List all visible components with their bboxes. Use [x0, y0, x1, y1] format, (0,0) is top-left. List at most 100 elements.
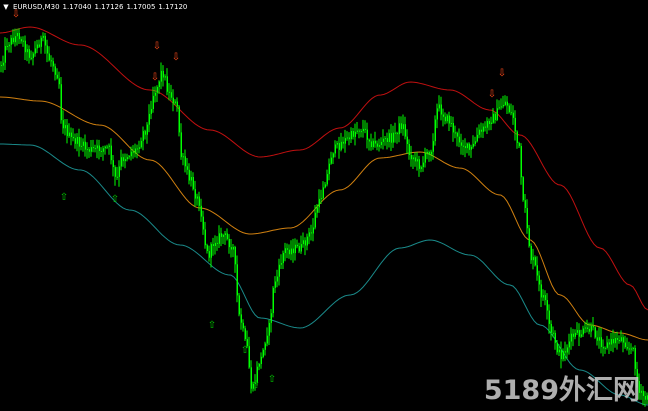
candle-body [556, 342, 558, 353]
candle-body [584, 327, 586, 329]
candle-body [578, 330, 580, 337]
candle-body [600, 337, 602, 347]
candle-body [12, 37, 14, 43]
candle-body [404, 124, 406, 137]
candle-body [52, 61, 54, 67]
candle-body [416, 159, 418, 162]
candle-body [590, 325, 592, 332]
candle-body [296, 244, 298, 247]
candle-body [0, 65, 2, 66]
candle-body [60, 84, 62, 121]
candle-body [418, 159, 420, 169]
candle-body [610, 339, 612, 345]
candle-body [448, 115, 450, 124]
sell-arrow-icon: ⇩ [488, 89, 496, 100]
candle-body [644, 396, 646, 400]
candle-body [430, 151, 432, 155]
candle-body [14, 36, 16, 43]
candle-body [534, 257, 536, 266]
candle-body [204, 229, 206, 246]
candle-body [444, 116, 446, 122]
candle-body [218, 233, 220, 244]
candle-body [592, 325, 594, 328]
candle-body [618, 339, 620, 342]
candle-body [606, 342, 608, 348]
candle-body [558, 349, 560, 353]
candle-body [496, 108, 498, 120]
candle-body [400, 123, 402, 130]
candle-body [520, 146, 522, 178]
candle-body [546, 300, 548, 311]
candle-body [314, 212, 316, 228]
candle-body [62, 120, 64, 129]
candle-body [210, 244, 212, 258]
candle-body [622, 337, 624, 343]
candle-body [602, 347, 604, 349]
candle-body [102, 148, 104, 152]
candle-body [304, 240, 306, 246]
candle-body [334, 144, 336, 154]
candle-body [202, 216, 204, 230]
candle-body [494, 113, 496, 120]
candle-body [588, 328, 590, 332]
candle-body [144, 131, 146, 135]
candle-body [574, 332, 576, 337]
candle-body [30, 57, 32, 59]
candle-body [242, 322, 244, 329]
candle-body [560, 349, 562, 360]
candle-body [360, 131, 362, 133]
candle-body [40, 37, 42, 47]
candle-body [132, 151, 134, 153]
candle-body [20, 39, 22, 42]
candle-body [286, 248, 288, 250]
candles [0, 28, 648, 407]
candle-body [32, 53, 34, 59]
candle-body [66, 125, 68, 137]
candle-body [506, 101, 508, 106]
candle-body [372, 140, 374, 147]
candle-body [196, 196, 198, 199]
candle-body [54, 66, 56, 75]
candle-body [24, 40, 26, 53]
candle-body [620, 337, 622, 342]
candle-body [302, 240, 304, 245]
candle-body [566, 347, 568, 353]
candle-body [380, 141, 382, 145]
candle-body [226, 233, 228, 240]
candle-body [596, 337, 598, 341]
candle-body [176, 101, 178, 107]
candle-body [156, 87, 158, 93]
sell-arrow-icon: ⇩ [12, 9, 20, 20]
candle-body [498, 107, 500, 109]
candle-body [320, 198, 322, 200]
candle-body [200, 205, 202, 217]
candle-body [142, 131, 144, 141]
candle-body [382, 138, 384, 142]
candle-body [446, 115, 448, 122]
candle-body [244, 328, 246, 340]
candle-body [232, 247, 234, 250]
candle-body [396, 132, 398, 135]
candle-body [124, 159, 126, 162]
candle-body [118, 166, 120, 177]
candle-body [28, 49, 30, 58]
candle-body [330, 157, 332, 164]
chart-window[interactable]: ▼ EURUSD,M30 1.17040 1.17126 1.17005 1.17120 … [0, 0, 648, 411]
candle-body [604, 347, 606, 349]
candle-body [616, 338, 618, 340]
signal-arrows: ⇩⇩⇩⇩ ⇩⇩⇧ ⇧⇧⇧⇧⇧ [12, 9, 506, 391]
sell-arrow-icon: ⇩ [153, 41, 161, 52]
candle-body [172, 97, 174, 104]
candle-body [628, 348, 630, 350]
candle-body [110, 145, 112, 161]
candle-body [568, 341, 570, 348]
candle-body [398, 123, 400, 135]
candle-body [550, 323, 552, 333]
candle-body [454, 132, 456, 134]
price-chart[interactable]: ⇩⇩⇩⇩ ⇩⇩⇧ ⇧⇧⇧⇧⇧ [0, 0, 648, 411]
candle-body [358, 130, 360, 132]
candle-body [100, 151, 102, 152]
candle-body [282, 252, 284, 264]
candle-body [180, 132, 182, 158]
candle-body [366, 129, 368, 140]
